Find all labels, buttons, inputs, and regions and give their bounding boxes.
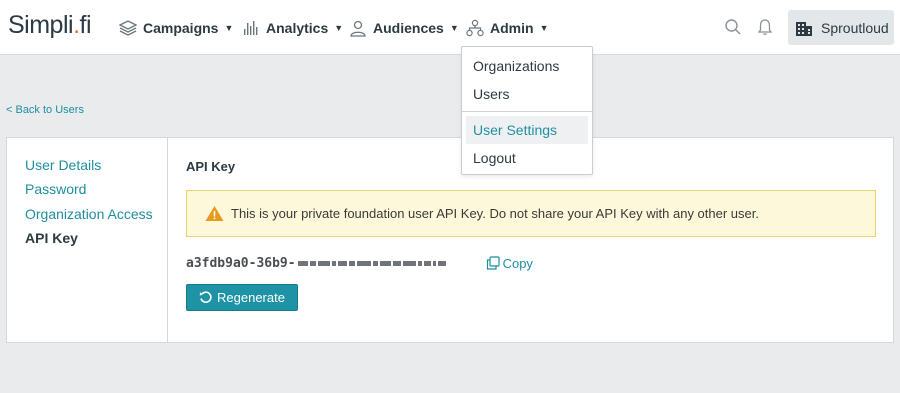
nav-campaigns-label: Campaigns bbox=[143, 20, 219, 36]
simplifi-logo[interactable]: Simpli.fi bbox=[8, 11, 92, 40]
menu-item-users[interactable]: Users bbox=[466, 80, 588, 108]
menu-divider bbox=[462, 111, 592, 112]
chevron-down-icon: ▼ bbox=[224, 23, 234, 33]
refresh-icon bbox=[199, 291, 212, 304]
regenerate-label: Regenerate bbox=[217, 290, 285, 305]
section-title: API Key bbox=[186, 159, 236, 174]
api-key-row: a3fdb9a0-36b9- Copy bbox=[186, 254, 533, 272]
nav-audiences[interactable]: Audiences ▼ bbox=[348, 18, 459, 38]
organization-switcher-button[interactable]: Sproutloud bbox=[788, 10, 894, 45]
user-settings-panel: User Details Password Organization Acces… bbox=[6, 137, 894, 343]
api-key-value: a3fdb9a0-36b9- bbox=[186, 255, 296, 271]
menu-item-organizations[interactable]: Organizations bbox=[466, 52, 588, 80]
bell-icon[interactable] bbox=[754, 16, 776, 38]
top-navigation-bar: Simpli.fi Campaigns ▼ Analytics ▼ Audien… bbox=[0, 0, 900, 55]
bar-chart-icon bbox=[241, 19, 261, 37]
sidebar-item-organization-access[interactable]: Organization Access bbox=[25, 206, 153, 222]
nav-analytics[interactable]: Analytics ▼ bbox=[241, 18, 343, 38]
sidebar-item-api-key[interactable]: API Key bbox=[25, 230, 78, 246]
warning-text: This is your private foundation user API… bbox=[231, 206, 759, 221]
nav-admin-label: Admin bbox=[490, 20, 534, 36]
layers-icon bbox=[118, 19, 138, 37]
copy-label: Copy bbox=[502, 255, 533, 271]
users-icon bbox=[348, 19, 368, 37]
menu-item-user-settings[interactable]: User Settings bbox=[466, 116, 588, 144]
nav-admin[interactable]: Admin ▼ bbox=[465, 18, 548, 38]
api-key-masked-segment bbox=[297, 257, 466, 269]
copy-icon bbox=[486, 256, 500, 270]
menu-item-logout[interactable]: Logout bbox=[466, 144, 588, 172]
back-to-users-link[interactable]: < Back to Users bbox=[6, 104, 84, 116]
chevron-down-icon: ▼ bbox=[334, 23, 344, 33]
copy-api-key-link[interactable]: Copy bbox=[486, 256, 533, 271]
nav-audiences-label: Audiences bbox=[373, 20, 444, 36]
nav-analytics-label: Analytics bbox=[266, 20, 329, 36]
building-icon bbox=[795, 19, 813, 37]
regenerate-button[interactable]: Regenerate bbox=[186, 284, 298, 311]
warning-icon bbox=[205, 205, 224, 222]
api-key-warning: This is your private foundation user API… bbox=[186, 190, 876, 237]
chevron-down-icon: ▼ bbox=[449, 23, 459, 33]
org-chart-icon bbox=[465, 19, 485, 37]
nav-campaigns[interactable]: Campaigns ▼ bbox=[118, 18, 233, 38]
admin-dropdown-menu: Organizations Users User Settings Logout bbox=[461, 46, 593, 175]
organization-name: Sproutloud bbox=[821, 19, 889, 36]
sidebar-item-password[interactable]: Password bbox=[25, 181, 86, 197]
settings-sidebar: User Details Password Organization Acces… bbox=[7, 138, 168, 342]
sidebar-item-user-details[interactable]: User Details bbox=[25, 157, 101, 173]
chevron-down-icon: ▼ bbox=[539, 23, 549, 33]
search-icon[interactable] bbox=[722, 16, 744, 38]
